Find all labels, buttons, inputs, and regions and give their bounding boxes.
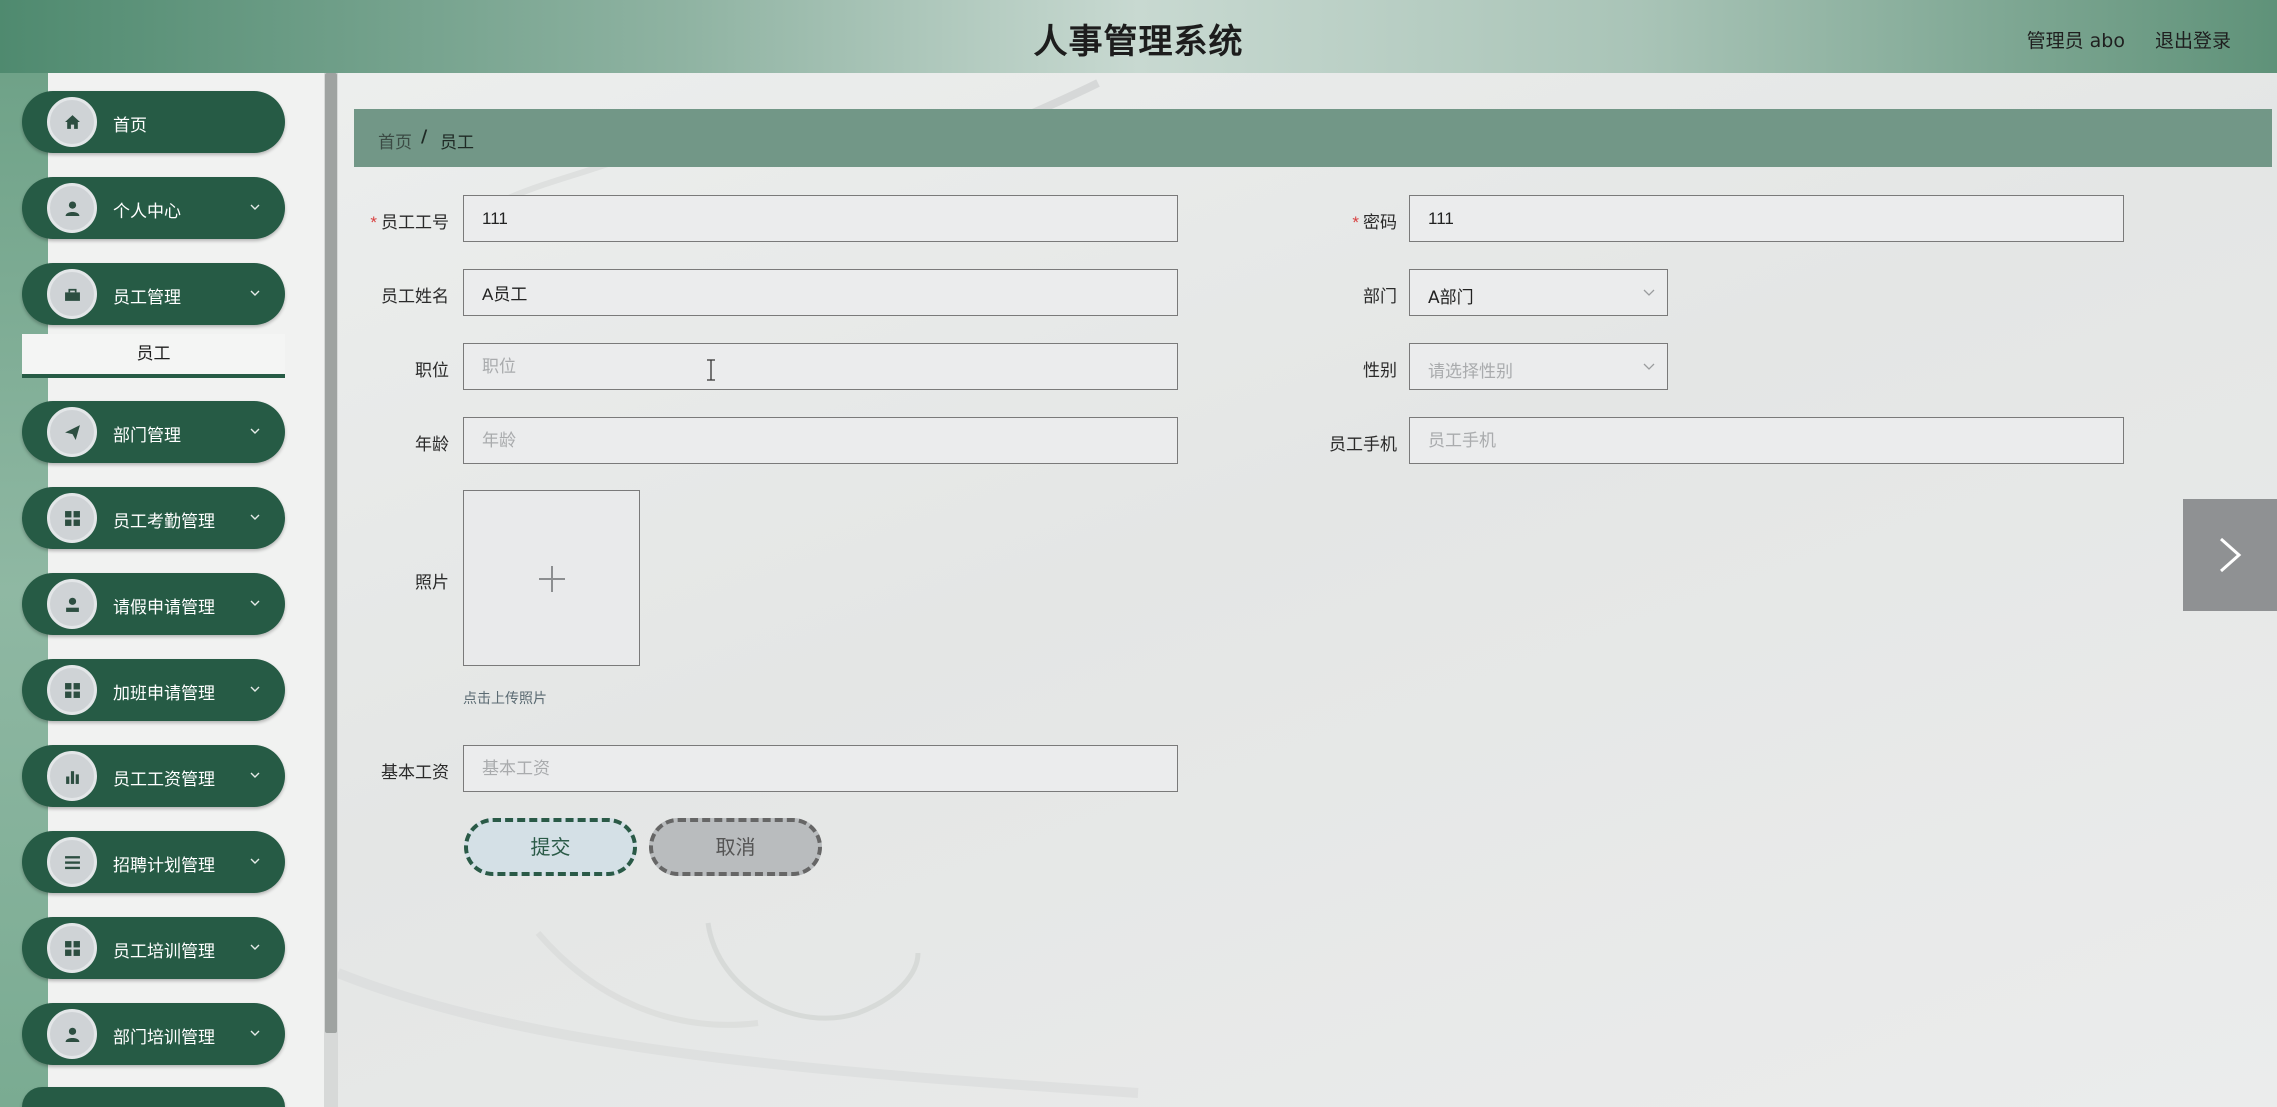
department-label: 部门 — [1363, 287, 1397, 306]
employee-name-input[interactable] — [463, 269, 1178, 316]
gender-select[interactable]: 请选择性别 — [1409, 343, 1668, 390]
sidebar-item-label: 请假申请管理 — [113, 598, 215, 617]
chevron-down-icon — [250, 944, 260, 950]
sidebar-item-label: 员工工资管理 — [113, 770, 215, 789]
chevron-down-icon — [250, 204, 260, 210]
bar-chart-icon — [47, 751, 97, 801]
sidebar-item-salary-management[interactable]: 员工工资管理 — [22, 745, 285, 807]
required-mark: * — [370, 213, 377, 232]
sidebar-item-label: 招聘计划管理 — [113, 856, 215, 875]
sidebar-item-label: 首页 — [113, 116, 147, 135]
sidebar-item-home[interactable]: 首页 — [22, 91, 285, 153]
sidebar-item-employee-training-management[interactable]: 员工培训管理 — [22, 917, 285, 979]
age-label: 年龄 — [415, 435, 449, 454]
sidebar-item-label: 员工管理 — [113, 288, 181, 307]
sidebar-scrollbar-thumb[interactable] — [325, 73, 337, 1033]
employee-no-label: * 员工工号 — [370, 213, 449, 232]
photo-label: 照片 — [415, 573, 449, 592]
chevron-down-icon — [1643, 363, 1655, 370]
base-salary-label: 基本工资 — [381, 763, 449, 782]
base-salary-input[interactable] — [463, 745, 1178, 792]
breadcrumb-separator: / — [421, 127, 428, 147]
sidebar-item-overtime-request-management[interactable]: 加班申请管理 — [22, 659, 285, 721]
sidebar-item-label: 个人中心 — [113, 202, 181, 221]
sidebar-item-department-management[interactable]: 部门管理 — [22, 401, 285, 463]
chevron-down-icon — [250, 1030, 260, 1036]
breadcrumb-current: 员工 — [440, 133, 474, 153]
employee-no-input[interactable] — [463, 195, 1178, 242]
department-select[interactable]: A部门 — [1409, 269, 1668, 316]
sidebar-item-label: 部门培训管理 — [113, 1028, 215, 1047]
home-icon — [47, 97, 97, 147]
sidebar-item-profile[interactable]: 个人中心 — [22, 177, 285, 239]
current-user-label: 管理员 abo — [2026, 30, 2125, 52]
sidebar-item-label: 员工培训管理 — [113, 942, 215, 961]
department-select-value: A部门 — [1428, 288, 1474, 308]
sidebar-item-department-training-management[interactable]: 部门培训管理 — [22, 1003, 285, 1065]
chevron-down-icon — [250, 428, 260, 434]
position-input[interactable] — [463, 343, 1178, 390]
required-mark: * — [1352, 213, 1359, 232]
user-icon — [47, 183, 97, 233]
chevron-down-icon — [250, 772, 260, 778]
logout-link[interactable]: 退出登录 — [2155, 26, 2231, 53]
list-icon — [47, 837, 97, 887]
chevron-down-icon — [250, 290, 260, 296]
submit-button[interactable]: 提交 — [464, 818, 637, 876]
chevron-down-icon — [1643, 289, 1655, 296]
photo-upload[interactable] — [463, 490, 640, 666]
phone-label: 员工手机 — [1329, 435, 1397, 454]
send-icon — [47, 407, 97, 457]
sidebar-item-attendance-management[interactable]: 员工考勤管理 — [22, 487, 285, 549]
password-label: * 密码 — [1352, 213, 1397, 232]
password-input[interactable] — [1409, 195, 2124, 242]
chevron-down-icon — [250, 600, 260, 606]
grid-icon — [47, 665, 97, 715]
employee-name-label: 员工姓名 — [381, 287, 449, 306]
next-page-button[interactable] — [2183, 499, 2277, 611]
sidebar-item-recruitment-plan-management[interactable]: 招聘计划管理 — [22, 831, 285, 893]
top-header: 人事管理系统 管理员 abo 退出登录 — [0, 0, 2277, 73]
chevron-down-icon — [250, 686, 260, 692]
cancel-button[interactable]: 取消 — [649, 818, 822, 876]
plus-icon — [539, 566, 565, 592]
sidebar-item-partial[interactable] — [22, 1087, 285, 1107]
chevron-down-icon — [250, 514, 260, 520]
phone-input[interactable] — [1409, 417, 2124, 464]
sidebar-item-leave-request-management[interactable]: 请假申请管理 — [22, 573, 285, 635]
user-icon — [47, 1009, 97, 1059]
sidebar-item-label: 加班申请管理 — [113, 684, 215, 703]
position-label: 职位 — [415, 361, 449, 380]
sidebar-item-label: 部门管理 — [113, 426, 181, 445]
chevron-right-icon — [2220, 537, 2242, 573]
text-cursor-icon — [707, 359, 715, 381]
chevron-down-icon — [250, 858, 260, 864]
age-input[interactable] — [463, 417, 1178, 464]
sidebar-item-employee-management[interactable]: 员工管理 — [22, 263, 285, 325]
app-root: 人事管理系统 管理员 abo 退出登录 首页 个人中心 员工管理 员工 部门管理 — [0, 0, 2277, 1107]
grid-icon — [47, 923, 97, 973]
user-icon — [47, 579, 97, 629]
gender-select-placeholder: 请选择性别 — [1428, 362, 1513, 382]
sidebar-item-label: 员工考勤管理 — [113, 512, 215, 531]
photo-upload-hint: 点击上传照片 — [463, 691, 547, 707]
breadcrumb-home-link[interactable]: 首页 — [378, 128, 412, 153]
grid-icon — [47, 493, 97, 543]
app-title: 人事管理系统 — [1033, 22, 1244, 62]
breadcrumb: 首页 / 员工 — [354, 109, 2272, 167]
gender-label: 性别 — [1363, 361, 1397, 380]
briefcase-icon — [47, 269, 97, 319]
sidebar-subitem-employee[interactable]: 员工 — [22, 334, 285, 378]
